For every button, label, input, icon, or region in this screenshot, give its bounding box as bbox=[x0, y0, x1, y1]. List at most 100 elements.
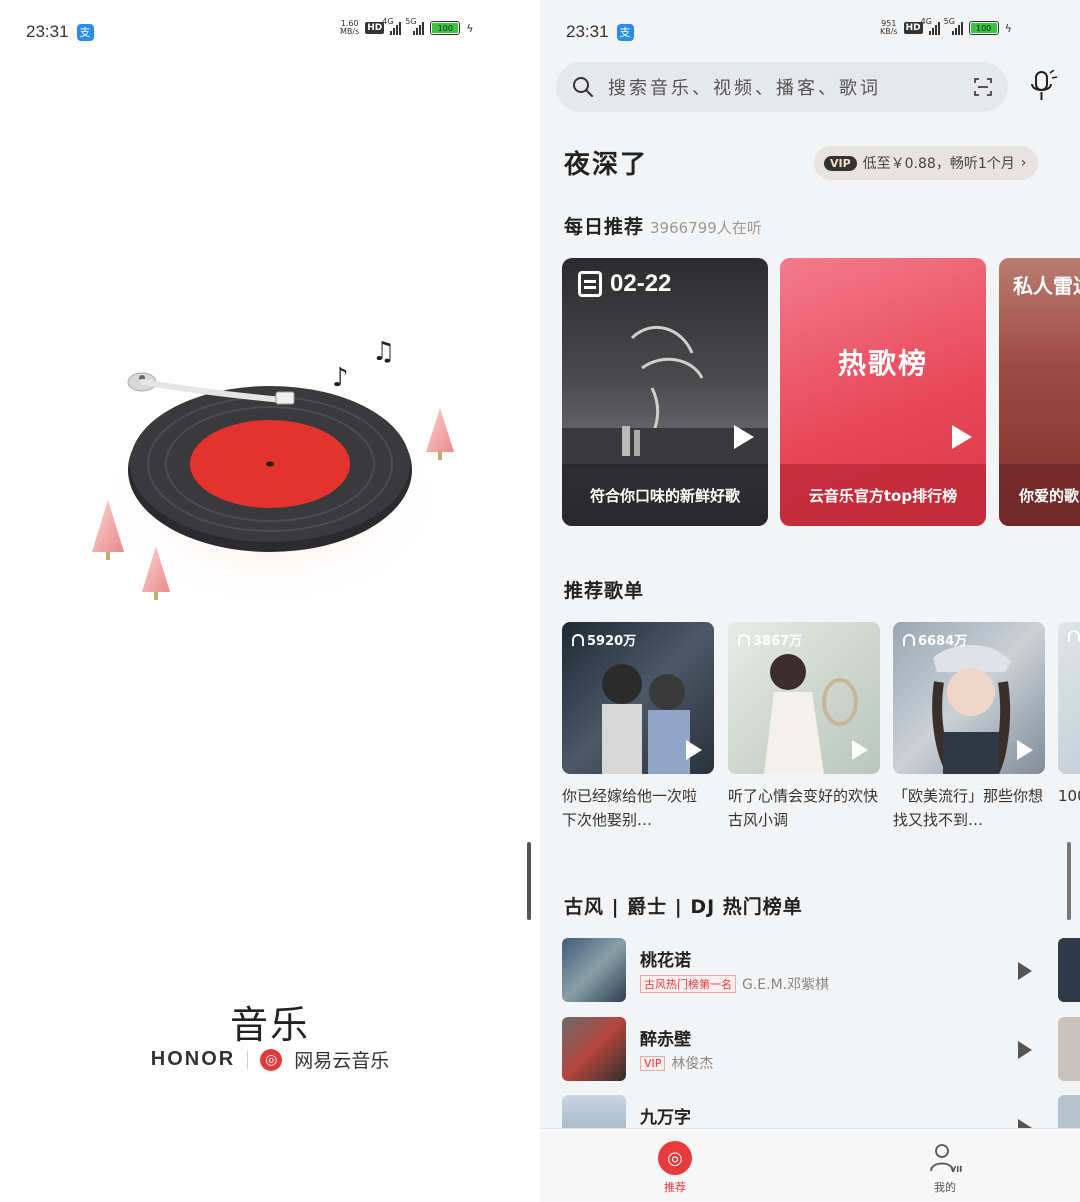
play-icon[interactable] bbox=[734, 425, 754, 449]
search-placeholder: 搜索音乐、视频、播客、歌词 bbox=[608, 78, 881, 99]
daily-date-text: 02-22 bbox=[610, 270, 672, 297]
song-name: 桃花诺 bbox=[640, 951, 691, 971]
song-meta: VIP 林俊杰 bbox=[640, 1053, 713, 1073]
status-bar-left: 23:31 支 bbox=[26, 20, 94, 44]
song-row[interactable]: 桃花诺 古风热门榜第一名 G.E.M.邓紫棋 bbox=[562, 938, 1062, 1004]
vip-promo-text: 低至￥0.88，畅听1个月 bbox=[862, 156, 1015, 172]
daily-card-hot-chart[interactable]: 热歌榜 云音乐官方top排行榜 bbox=[780, 258, 986, 526]
status-time: 23:31 bbox=[26, 22, 69, 41]
status-bar-right: 1.60 MB/s HD 4G 5G 100 ϟ bbox=[340, 17, 474, 36]
alipay-icon: 支 bbox=[616, 23, 634, 41]
radar-card-title: 私人雷达 bbox=[1013, 274, 1080, 298]
vip-badge: VIP bbox=[824, 155, 857, 171]
network-speed: 1.60 MB/s bbox=[340, 20, 359, 36]
honor-logo: HONOR bbox=[150, 1048, 236, 1070]
daily-section-header: 每日推荐 3966799人在听 bbox=[564, 212, 762, 239]
playlist-cover: 3867万 bbox=[728, 622, 880, 774]
music-home-screen: 23:31 支 951 KB/s HD 4G 5G 100 ϟ 搜索音乐、视频、… bbox=[540, 0, 1080, 1202]
playlist-card[interactable]: 6684万 「欧美流行」那些你想找又找不到… bbox=[893, 622, 1045, 832]
play-icon[interactable] bbox=[852, 740, 868, 760]
search-icon bbox=[573, 77, 593, 97]
playlist-title: 你已经嫁给他一次啦 下次他娶别… bbox=[562, 787, 698, 829]
daily-card-label: 符合你口味的新鲜好歌 bbox=[562, 464, 768, 526]
brand-divider bbox=[247, 1050, 249, 1069]
signal-5g-label: 5G bbox=[943, 17, 955, 26]
battery-icon: 100 bbox=[430, 21, 461, 35]
playlist-section-title: 推荐歌单 bbox=[564, 580, 645, 602]
vip-tag: VIP bbox=[640, 1055, 666, 1071]
battery-level: 100 bbox=[432, 23, 459, 33]
status-bar-left: 23:31 支 bbox=[566, 20, 634, 44]
splash-screen: 23:31 支 1.60 MB/s HD 4G 5G 100 ϟ ♪ ♫ 音乐 … bbox=[0, 0, 540, 1202]
song-artist: 林俊杰 bbox=[671, 1056, 714, 1072]
network-speed-unit: MB/s bbox=[340, 27, 360, 36]
playlist-card[interactable]: 100 曲… bbox=[1058, 622, 1080, 832]
play-icon[interactable] bbox=[1018, 1041, 1032, 1059]
play-icon[interactable] bbox=[1018, 962, 1032, 980]
playlist-card[interactable]: 3867万 听了心情会变好的欢快古风小调 bbox=[728, 622, 880, 832]
song-name: 九万字 bbox=[640, 1108, 691, 1128]
playlist-title: 「欧美流行」那些你想找又找不到… bbox=[893, 787, 1044, 829]
headphone-icon bbox=[903, 633, 915, 646]
song-meta: 古风热门榜第一名 G.E.M.邓紫棋 bbox=[640, 974, 829, 994]
user-vip-icon: VIP bbox=[930, 1144, 962, 1174]
battery-icon: 100 bbox=[968, 21, 999, 35]
next-column-cover[interactable] bbox=[1058, 1017, 1080, 1081]
signal-4g-label: 4G bbox=[920, 17, 932, 26]
play-icon[interactable] bbox=[1017, 740, 1033, 760]
scroll-indicator bbox=[1067, 842, 1071, 920]
charging-icon: ϟ bbox=[466, 21, 474, 35]
service-name: 网易云音乐 bbox=[294, 1050, 390, 1072]
charts-section-title: 古风 | 爵士 | DJ 热门榜单 bbox=[564, 896, 803, 918]
svg-text:VIP: VIP bbox=[950, 1165, 962, 1174]
status-bar-right: 951 KB/s HD 4G 5G 100 ϟ bbox=[880, 17, 1012, 36]
headphone-icon bbox=[572, 633, 584, 646]
network-speed-unit: KB/s bbox=[880, 27, 898, 36]
netease-music-logo-icon: ◎ bbox=[260, 1048, 283, 1071]
vip-promo-button[interactable]: VIP 低至￥0.88，畅听1个月 › bbox=[814, 146, 1039, 180]
daily-section-title: 每日推荐 bbox=[564, 216, 645, 238]
daily-card-radar[interactable]: 私人雷达 你爱的歌 bbox=[999, 258, 1080, 526]
play-count-text: 5920万 bbox=[587, 634, 637, 649]
playlist-cover bbox=[1058, 622, 1080, 774]
play-count: 6684万 bbox=[903, 630, 967, 649]
song-row[interactable]: 醉赤壁 VIP 林俊杰 bbox=[562, 1017, 1062, 1083]
hot-chart-title: 热歌榜 bbox=[837, 347, 928, 380]
search-bar[interactable]: 搜索音乐、视频、播客、歌词 bbox=[556, 62, 1008, 112]
voice-search-icon[interactable] bbox=[1028, 70, 1058, 104]
play-icon[interactable] bbox=[686, 740, 702, 760]
playlist-card[interactable]: 5920万 你已经嫁给他一次啦 下次他娶别… bbox=[562, 622, 714, 832]
play-icon[interactable] bbox=[952, 425, 972, 449]
play-count-text: 6684万 bbox=[918, 634, 968, 649]
daily-card-recommend[interactable]: 02-22 符合你口味的新鲜好歌 bbox=[562, 258, 768, 526]
playlist-cover: 5920万 bbox=[562, 622, 714, 774]
play-count: 3867万 bbox=[738, 630, 802, 649]
battery-level: 100 bbox=[970, 23, 997, 33]
song-cover bbox=[562, 938, 626, 1002]
headphone-icon bbox=[738, 633, 750, 646]
tab-recommend[interactable]: ◎ 推荐 bbox=[635, 1141, 715, 1195]
tab-label: 我的 bbox=[934, 1181, 956, 1194]
signal-5g-label: 5G bbox=[405, 17, 417, 26]
song-artist: G.E.M.邓紫棋 bbox=[742, 977, 830, 993]
tab-mine[interactable]: VIP 我的 bbox=[905, 1141, 985, 1195]
scroll-indicator bbox=[527, 842, 531, 920]
playlist-title: 100 曲… bbox=[1058, 787, 1080, 805]
play-count: 5920万 bbox=[572, 630, 636, 649]
play-count bbox=[1068, 630, 1080, 642]
signal-4g-icon: 4G bbox=[382, 17, 402, 35]
chevron-right-icon: › bbox=[1020, 155, 1027, 171]
scan-icon[interactable] bbox=[974, 78, 992, 96]
rank-tag: 古风热门榜第一名 bbox=[640, 975, 736, 993]
bottom-tab-bar: ◎ 推荐 VIP 我的 bbox=[540, 1128, 1080, 1202]
splash-title: 音乐 bbox=[229, 1003, 310, 1047]
tab-label: 推荐 bbox=[664, 1181, 686, 1194]
svg-text:♪: ♪ bbox=[332, 363, 349, 393]
calendar-icon bbox=[578, 271, 602, 297]
daily-card-label: 云音乐官方top排行榜 bbox=[780, 464, 986, 526]
splash-brand-row: HONOR ◎ 网易云音乐 bbox=[0, 1046, 540, 1073]
daily-listener-count: 3966799人在听 bbox=[650, 219, 762, 237]
song-cover bbox=[562, 1017, 626, 1081]
next-column-cover[interactable] bbox=[1058, 938, 1080, 1002]
signal-5g-icon: 5G bbox=[405, 17, 425, 35]
